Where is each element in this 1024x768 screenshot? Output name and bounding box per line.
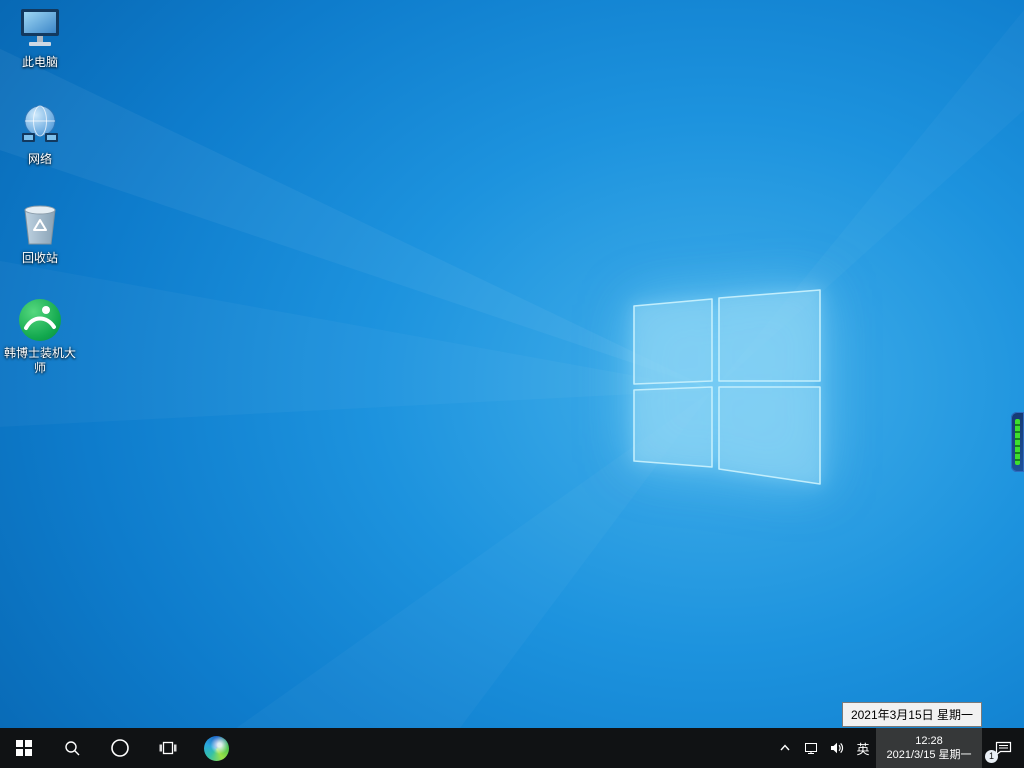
desktop-icon-hanboshi[interactable]: 韩博士装机大师: [2, 297, 78, 379]
hanboshi-icon: [19, 299, 61, 341]
chevron-up-icon: [780, 744, 790, 751]
windows-start-icon: [16, 740, 32, 756]
notification-badge: 1: [985, 750, 998, 763]
input-method-indicator[interactable]: 英: [850, 728, 876, 768]
windows-logo-wallpaper: [633, 289, 821, 485]
edge-browser-button[interactable]: [192, 728, 240, 768]
clock-time: 12:28: [915, 735, 943, 747]
edge-widget-level-bar: [1015, 419, 1020, 465]
taskbar: 英 12:28 2021/3/15 星期一 1: [0, 728, 1024, 768]
desktop-icon-label: 网络: [27, 152, 52, 166]
date-tooltip: 2021年3月15日 星期一: [841, 702, 982, 727]
desktop-icon-label: 回收站: [21, 251, 58, 265]
show-hidden-icons-button[interactable]: [772, 728, 798, 768]
search-icon: [64, 740, 79, 755]
wallpaper: [0, 0, 1024, 768]
start-button[interactable]: [0, 728, 48, 768]
network-status-icon: [805, 743, 817, 754]
search-button[interactable]: [48, 728, 96, 768]
network-icon: [22, 105, 58, 142]
recycle-bin-icon: [24, 205, 56, 245]
desktop-icon-list: 此电脑 网络 回收站 韩博士装机大师: [2, 6, 78, 394]
task-view-icon: [159, 741, 177, 755]
light-rays: [0, 48, 713, 390]
desktop-icon-label: 此电脑: [21, 55, 58, 69]
action-center-button[interactable]: 1: [982, 728, 1024, 768]
network-tray-button[interactable]: [798, 728, 824, 768]
desktop-icon-network[interactable]: 网络: [2, 103, 78, 185]
windows-desktop: 此电脑 网络 回收站 韩博士装机大师 2021年3月15日 星期一 英 12:2…: [0, 0, 1024, 768]
desktop-icon-this-pc[interactable]: 此电脑: [2, 6, 78, 88]
screen-edge-widget[interactable]: [1011, 412, 1024, 472]
cortana-button[interactable]: [96, 728, 144, 768]
volume-tray-button[interactable]: [824, 728, 850, 768]
desktop-icon-recycle-bin[interactable]: 回收站: [2, 200, 78, 282]
this-pc-icon: [21, 9, 59, 46]
desktop-icon-label: 韩博士装机大师: [3, 346, 76, 375]
system-tray: 英 12:28 2021/3/15 星期一 1: [772, 728, 1024, 768]
speaker-icon: [831, 742, 844, 754]
clock-date: 2021/3/15 星期一: [886, 749, 972, 761]
taskbar-clock[interactable]: 12:28 2021/3/15 星期一: [876, 728, 982, 768]
cortana-icon: [111, 739, 129, 757]
task-view-button[interactable]: [144, 728, 192, 768]
edge-browser-icon: [203, 735, 229, 761]
